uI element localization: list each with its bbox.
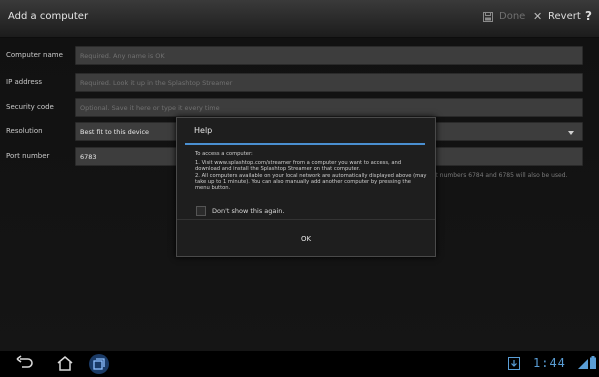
battery-icon: [590, 356, 596, 369]
ok-button[interactable]: OK: [177, 223, 435, 256]
security-code-placeholder: Optional. Save it here or type it every …: [80, 104, 220, 112]
row-security-code: Security code Optional. Save it here or …: [0, 98, 599, 118]
dialog-title: Help: [194, 126, 213, 135]
status-clock: 1:44: [533, 356, 566, 370]
dialog-step-1: 1. Visit www.splashtop.com/streamer from…: [195, 160, 402, 173]
ip-address-label: IP address: [6, 78, 43, 86]
dont-show-again-option[interactable]: Don't show this again.: [196, 206, 284, 216]
computer-name-label: Computer name: [6, 51, 63, 59]
help-dialog: Help To access a computer: 1. Visit www.…: [176, 117, 436, 257]
row-ip-address: IP address Required. Look it up in the S…: [0, 73, 599, 93]
system-nav-bar: 1:44: [0, 351, 599, 377]
save-icon: [483, 11, 493, 22]
action-bar: Add a computer Done ✕ Revert ?: [0, 0, 599, 38]
help-button[interactable]: ?: [585, 9, 592, 23]
revert-button[interactable]: Revert: [548, 11, 581, 22]
revert-label: Revert: [548, 11, 581, 22]
security-code-label: Security code: [6, 103, 54, 111]
dont-show-again-label: Don't show this again.: [212, 207, 285, 215]
wifi-icon: [578, 359, 588, 369]
port-number-label: Port number: [6, 152, 50, 160]
close-icon: ✕: [533, 10, 543, 23]
page-title: Add a computer: [8, 11, 89, 22]
port-note: Port numbers 6784 and 6785 will also be …: [426, 172, 568, 179]
resolution-label: Resolution: [6, 127, 43, 135]
computer-name-field[interactable]: Required. Any name is OK: [75, 46, 583, 65]
done-button[interactable]: Done: [483, 11, 525, 22]
dialog-button-divider: [177, 219, 435, 220]
dropdown-arrow-icon: [568, 131, 574, 135]
computer-name-placeholder: Required. Any name is OK: [80, 52, 165, 60]
port-number-value: 6783: [80, 153, 97, 161]
back-icon[interactable]: [16, 355, 34, 371]
ip-address-field[interactable]: Required. Look it up in the Splashtop St…: [75, 73, 583, 92]
dont-show-again-checkbox[interactable]: [196, 206, 206, 216]
recent-apps-icon[interactable]: [88, 353, 110, 375]
home-icon[interactable]: [56, 355, 74, 371]
dialog-title-divider: [185, 143, 425, 145]
done-label: Done: [499, 11, 526, 22]
ip-address-placeholder: Required. Look it up in the Splashtop St…: [80, 79, 233, 87]
row-computer-name: Computer name Required. Any name is OK: [0, 46, 599, 66]
download-notification-icon[interactable]: [508, 357, 520, 370]
dialog-body: To access a computer: 1. Visit www.splas…: [195, 151, 427, 191]
resolution-value: Best fit to this device: [80, 128, 150, 136]
dialog-step-2: 2. All computers available on your local…: [195, 172, 427, 192]
security-code-field[interactable]: Optional. Save it here or type it every …: [75, 98, 583, 117]
